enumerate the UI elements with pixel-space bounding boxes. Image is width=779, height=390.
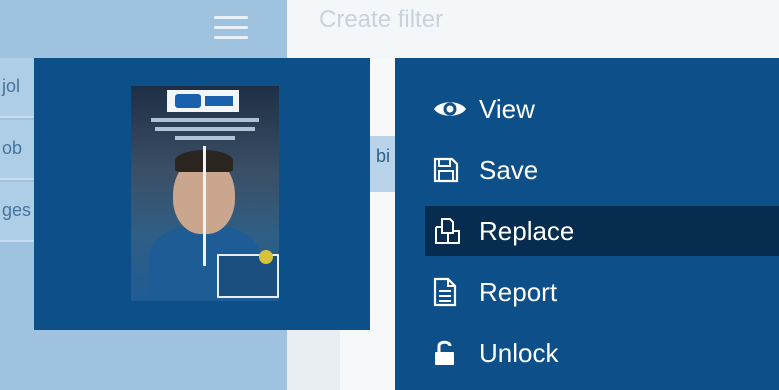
sidebar-item-label: ges <box>2 200 32 220</box>
sidebar-item-label: ob <box>2 138 23 158</box>
menu-item-label: Save <box>479 155 539 185</box>
menu-item-replace[interactable]: Replace <box>425 206 779 256</box>
menu-item-unlock[interactable]: Unlock <box>425 328 779 378</box>
menu-item-report[interactable]: Report <box>425 267 779 317</box>
menu-item-label: Report <box>479 277 558 307</box>
sidebar-item-label: jol <box>2 76 21 96</box>
thumbnail-logo <box>167 90 239 112</box>
menu-item-label: Unlock <box>479 338 559 368</box>
context-menu: View Save Replace Report Unlock <box>395 58 779 390</box>
hamburger-menu-icon[interactable] <box>214 16 248 40</box>
page-header: Create filter <box>287 0 779 58</box>
content-chip-label: bi <box>376 146 391 166</box>
sidebar-header <box>0 0 287 58</box>
page-title: Create filter <box>319 6 444 33</box>
menu-item-label: View <box>479 94 535 124</box>
menu-item-view[interactable]: View <box>425 84 779 134</box>
unlock-icon <box>433 337 469 369</box>
report-icon <box>433 276 469 308</box>
image-preview-panel <box>34 58 370 330</box>
replace-icon <box>433 215 469 247</box>
image-thumbnail[interactable] <box>131 86 279 301</box>
menu-item-label: Replace <box>479 216 575 246</box>
menu-item-save[interactable]: Save <box>425 145 779 195</box>
save-icon <box>433 154 469 186</box>
eye-icon <box>433 93 469 125</box>
